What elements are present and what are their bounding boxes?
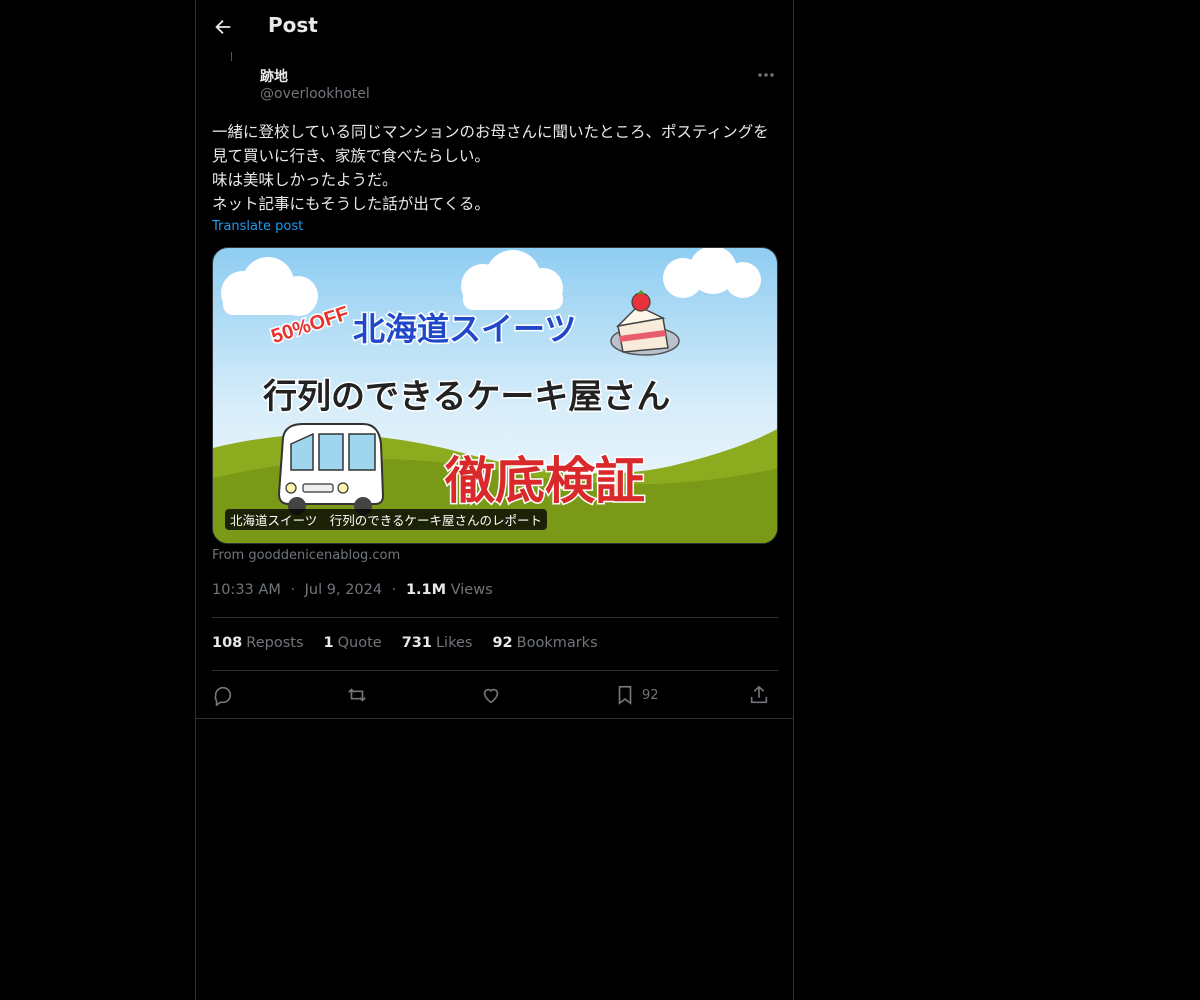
thread-line — [231, 52, 232, 61]
post-column: Post 跡地 @overlookhotel 一緒に登校している同じマンションの… — [195, 0, 794, 1000]
translate-link[interactable]: Translate post — [212, 219, 303, 234]
card-source[interactable]: From gooddenicenablog.com — [212, 548, 400, 563]
page-title: Post — [268, 13, 318, 37]
van-icon — [277, 423, 385, 515]
post-date[interactable]: Jul 9, 2024 — [305, 582, 382, 598]
card-subhead: 行列のできるケーキ屋さん — [263, 377, 670, 417]
reply-button[interactable] — [212, 682, 234, 708]
stat-likes[interactable]: 731 Likes — [402, 635, 473, 651]
post-header: Post — [196, 0, 793, 54]
stat-reposts[interactable]: 108 Reposts — [212, 635, 304, 651]
repost-icon — [348, 688, 366, 702]
author-handle[interactable]: @overlookhotel — [260, 86, 370, 102]
heart-icon — [483, 688, 499, 704]
meta-separator: · — [391, 582, 397, 598]
action-bar: 92 — [212, 682, 778, 708]
bookmark-icon — [618, 685, 632, 705]
back-arrow-icon[interactable] — [212, 16, 234, 38]
share-icon — [750, 685, 768, 704]
divider — [212, 670, 778, 671]
stat-quotes[interactable]: 1 Quote — [324, 635, 382, 651]
post-bottom-border — [196, 718, 793, 719]
author-name[interactable]: 跡地 — [260, 66, 288, 86]
views-label: Views — [450, 582, 493, 598]
post-time[interactable]: 10:33 AM — [212, 582, 281, 598]
card-caption: 北海道スイーツ 行列のできるケーキ屋さんのレポート — [225, 509, 548, 530]
avatar[interactable] — [212, 62, 252, 102]
repost-button[interactable] — [346, 682, 368, 708]
views-count: 1.1M — [405, 582, 447, 598]
card-headline: 北海道スイーツ — [353, 310, 576, 348]
engagement-stats: 108 Reposts 1 Quote 731 Likes 92 Bookmarks — [212, 635, 598, 651]
reply-icon — [214, 686, 232, 706]
like-button[interactable] — [480, 682, 502, 708]
divider — [212, 617, 778, 618]
link-card[interactable]: 50%OFF 北海道スイーツ 行列のできるケーキ屋さん 徹底検証 北海道スイーツ… — [212, 247, 778, 544]
more-options-icon[interactable] — [755, 66, 777, 84]
card-image: 50%OFF 北海道スイーツ 行列のできるケーキ屋さん 徹底検証 — [213, 248, 777, 543]
bookmark-count: 92 — [642, 687, 659, 703]
share-button[interactable] — [748, 682, 770, 708]
card-banner: 徹底検証 — [444, 452, 645, 510]
meta-separator: · — [290, 582, 296, 598]
stat-bookmarks[interactable]: 92 Bookmarks — [492, 635, 597, 651]
tweet-text: 一緒に登校している同じマンションのお母さんに聞いたところ、ポスティングを見て買い… — [212, 123, 769, 213]
bookmark-button[interactable]: 92 — [614, 682, 659, 708]
post-meta: 10:33 AM · Jul 9, 2024 · 1.1M Views — [212, 582, 493, 598]
